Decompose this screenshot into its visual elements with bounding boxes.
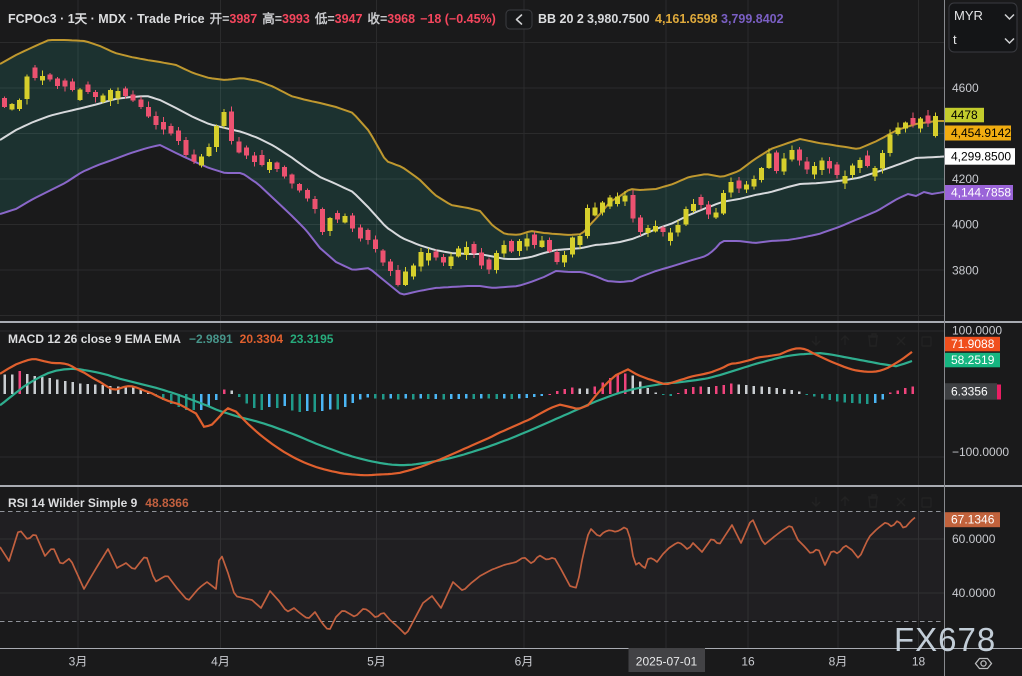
svg-text:6.3356: 6.3356 [951,385,988,399]
svg-text:67.1346: 67.1346 [951,513,995,527]
svg-text:MYR: MYR [954,8,983,23]
svg-text:4600: 4600 [952,81,979,95]
svg-text:RSI 14 Wilder Simple 948.8366: RSI 14 Wilder Simple 948.8366 [8,496,189,510]
svg-text:t: t [953,32,957,47]
svg-text:4200: 4200 [952,172,979,186]
svg-text:5月: 5月 [367,655,386,669]
svg-text:3800: 3800 [952,264,979,278]
svg-text:BB 20 2: BB 20 2 [538,12,584,26]
svg-text:18: 18 [912,655,926,669]
svg-text:4月: 4月 [211,655,230,669]
svg-text:2025-07-01: 2025-07-01 [636,655,698,669]
svg-text:4,454.9142: 4,454.9142 [951,126,1011,140]
svg-text:3,980.7500: 3,980.7500 [587,12,650,26]
svg-text:71.9088: 71.9088 [951,337,995,351]
svg-text:−100.0000: −100.0000 [952,445,1009,459]
svg-text:16: 16 [741,655,755,669]
svg-text:6月: 6月 [515,655,534,669]
svg-text:4,299.8500: 4,299.8500 [951,150,1011,164]
svg-text:4,161.6598: 4,161.6598 [655,12,718,26]
svg-text:FX678: FX678 [894,621,996,658]
svg-text:100.0000: 100.0000 [952,324,1002,338]
svg-text:3月: 3月 [69,655,88,669]
svg-text:4000: 4000 [952,218,979,232]
svg-text:3,799.8402: 3,799.8402 [721,12,784,26]
svg-text:58.2519: 58.2519 [951,353,995,367]
svg-text:60.0000: 60.0000 [952,532,996,546]
svg-text:8月: 8月 [829,655,848,669]
svg-text:4478: 4478 [951,108,978,122]
svg-text:FCPOc3 · 1天 · MDX · Trade Pric: FCPOc3 · 1天 · MDX · Trade Price开=3987高=3… [8,11,496,26]
svg-text:4,144.7858: 4,144.7858 [951,186,1011,200]
svg-text:40.0000: 40.0000 [952,586,996,600]
